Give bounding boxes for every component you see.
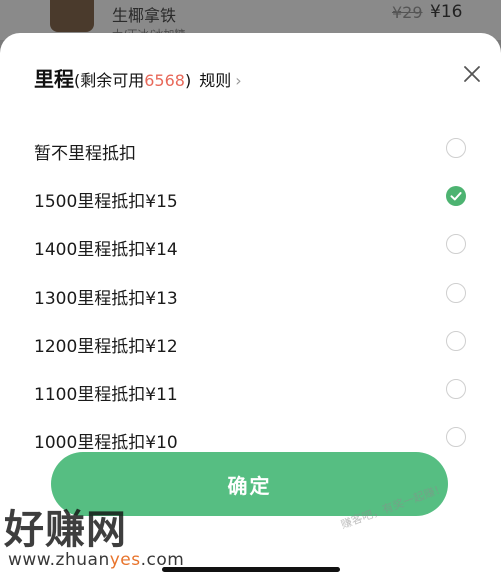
radio-unchecked-icon[interactable] — [446, 427, 466, 447]
radio-unchecked-icon[interactable] — [446, 234, 466, 254]
watermark-url: www.zhuanyes.com — [8, 550, 184, 570]
option-1100[interactable]: 1100里程抵扣¥11 — [0, 368, 501, 412]
radio-checked-icon[interactable] — [446, 186, 466, 206]
watermark-url-prefix: www.zhuan — [8, 550, 110, 570]
option-1200[interactable]: 1200里程抵扣¥12 — [0, 320, 501, 364]
option-1500[interactable]: 1500里程抵扣¥15 — [0, 175, 501, 219]
product-thumbnail — [50, 0, 94, 32]
home-indicator — [162, 567, 340, 572]
radio-unchecked-icon[interactable] — [446, 331, 466, 351]
chevron-right-icon[interactable]: › — [235, 71, 241, 90]
rules-link[interactable]: 规则 — [199, 67, 231, 91]
option-label: 1500里程抵扣¥15 — [34, 192, 178, 212]
remaining-prefix: (剩余可用 — [74, 71, 145, 90]
radio-unchecked-icon[interactable] — [446, 379, 466, 399]
radio-unchecked-icon[interactable] — [446, 138, 466, 158]
option-1400[interactable]: 1400里程抵扣¥14 — [0, 223, 501, 267]
product-name: 生椰拿铁 — [112, 6, 177, 25]
option-label: 1300里程抵扣¥13 — [34, 289, 178, 309]
product-price: ¥16 — [430, 2, 463, 22]
close-icon[interactable] — [461, 63, 483, 85]
option-1300[interactable]: 1300里程抵扣¥13 — [0, 272, 501, 316]
watermark-url-suffix: .com — [140, 550, 185, 570]
option-label: 1200里程抵扣¥12 — [34, 337, 178, 357]
watermark-url-accent: yes — [109, 550, 141, 570]
option-no-deduction[interactable]: 暂不里程抵扣 — [0, 127, 501, 171]
option-label: 暂不里程抵扣 — [34, 144, 136, 164]
remaining-value: 6568 — [144, 71, 185, 90]
option-label: 1100里程抵扣¥11 — [34, 385, 178, 405]
product-original-price: ¥29 — [392, 3, 423, 22]
confirm-label: 确定 — [227, 473, 272, 498]
option-label: 1000里程抵扣¥10 — [34, 433, 178, 453]
sheet-header: 里程 (剩余可用 6568 ) 规则 › — [34, 63, 242, 93]
option-label: 1400里程抵扣¥14 — [34, 240, 178, 260]
watermark-brand: 好赚网 — [4, 507, 127, 553]
sheet-title: 里程 — [34, 67, 74, 91]
radio-unchecked-icon[interactable] — [446, 283, 466, 303]
remaining-suffix: ) — [184, 71, 192, 90]
